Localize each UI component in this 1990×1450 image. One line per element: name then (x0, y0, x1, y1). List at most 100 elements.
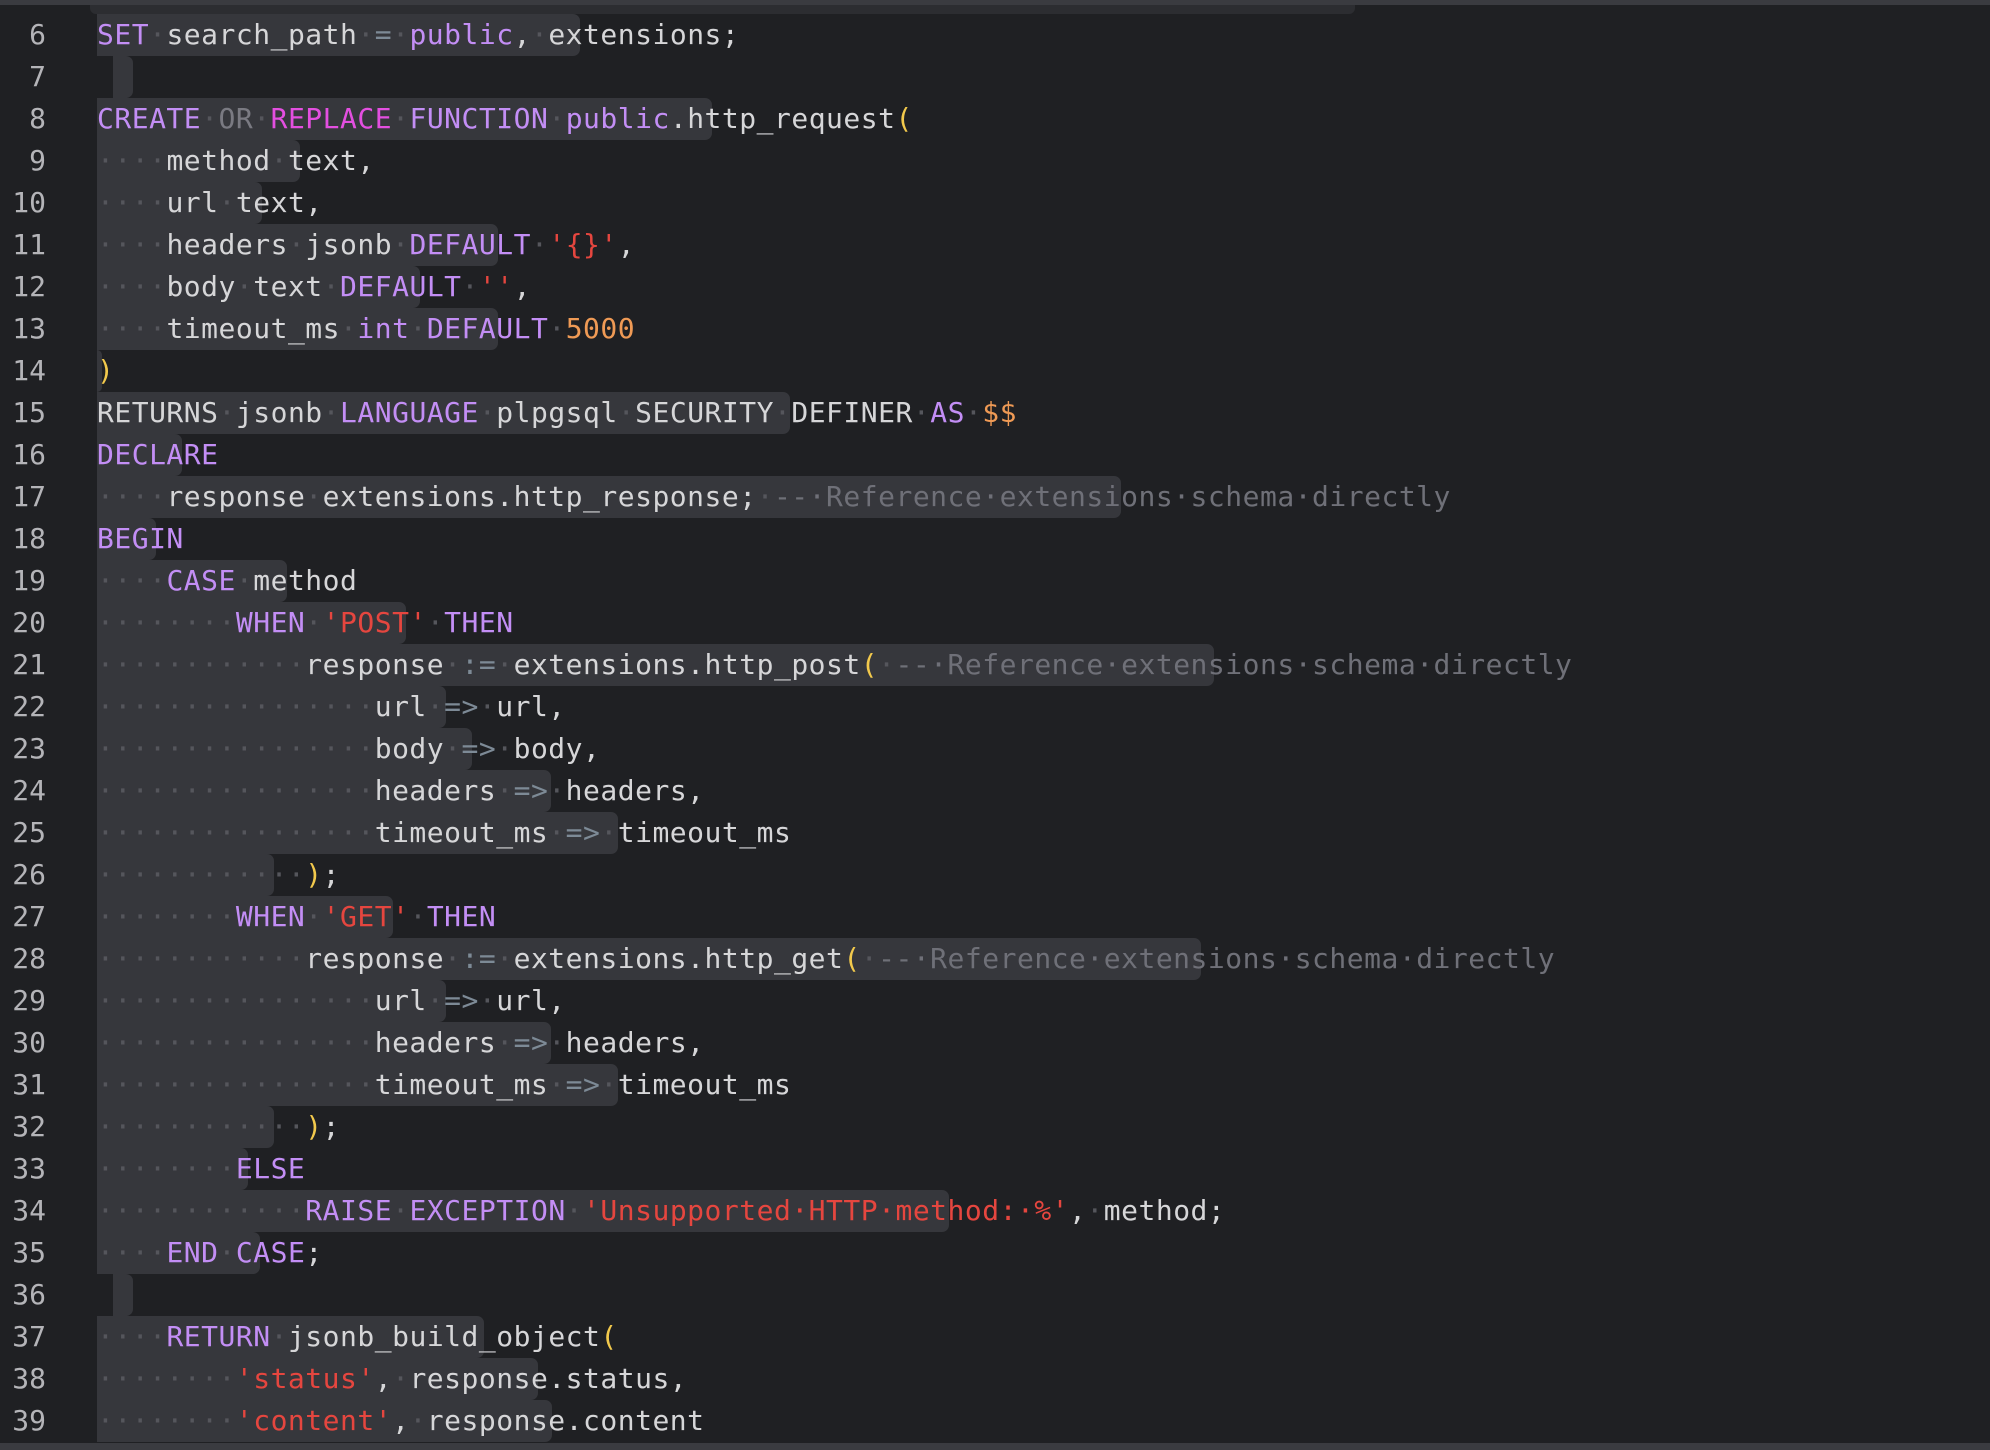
code-text[interactable]: ) (97, 350, 114, 392)
code-token: CASE (166, 564, 236, 597)
code-text[interactable]: ············response·:=·extensions.http_… (97, 644, 1572, 686)
code-line[interactable]: 36 (0, 1274, 1990, 1316)
code-text[interactable]: ····url·text, (97, 182, 323, 224)
line-number: 36 (12, 1278, 46, 1311)
code-token: response (305, 648, 445, 681)
code-line[interactable]: 30 ················headers·=>·headers, (0, 1022, 1990, 1064)
code-token: timeout_ms (374, 816, 549, 849)
code-text[interactable]: ················timeout_ms·=>·timeout_ms (97, 1064, 791, 1106)
code-editor[interactable]: 6 SET·search_path·=·public,·extensions; 7 8… (0, 0, 1990, 1450)
code-line[interactable]: 8 CREATE·OR·REPLACE·FUNCTION·public.http_… (0, 98, 1990, 140)
code-text[interactable]: ············); (97, 1106, 340, 1148)
code-text[interactable]: BEGIN (97, 518, 184, 560)
code-token: RETURNS (97, 396, 219, 429)
code-line[interactable]: 22 ················url·=>·url, (0, 686, 1990, 728)
code-text[interactable]: ········'content',·response.content (97, 1400, 705, 1442)
code-line[interactable]: 7 (0, 56, 1990, 98)
code-token: · (565, 1194, 584, 1227)
code-token: headers (374, 1026, 497, 1059)
code-token: THEN (426, 900, 497, 933)
code-text[interactable]: ····body·text·DEFAULT·'', (97, 266, 531, 308)
code-token: ········ (97, 900, 236, 933)
code-text[interactable]: ····response·extensions.http_response;·-… (97, 476, 1451, 518)
code-line[interactable]: 29 ················url·=>·url, (0, 980, 1990, 1022)
code-line[interactable]: 11 ····headers·jsonb·DEFAULT·'{}', (0, 224, 1990, 266)
code-line[interactable]: 19 ····CASE·method (0, 560, 1990, 602)
code-line[interactable]: 32 ············); (0, 1106, 1990, 1148)
code-token: = (374, 18, 393, 51)
code-line[interactable]: 12 ····body·text·DEFAULT·'', (0, 266, 1990, 308)
code-line[interactable]: 37 ····RETURN·jsonb_build_object( (0, 1316, 1990, 1358)
code-token: ········ (97, 1152, 236, 1185)
code-line[interactable]: 14) (0, 350, 1990, 392)
code-line[interactable]: 31 ················timeout_ms·=>·timeout_… (0, 1064, 1990, 1106)
code-token: · (149, 18, 167, 51)
code-text[interactable]: ····method·text, (97, 140, 375, 182)
code-line[interactable]: 33 ········ELSE (0, 1148, 1990, 1190)
code-token: extensions; (548, 18, 740, 51)
code-line[interactable]: 10 ····url·text, (0, 182, 1990, 224)
line-number: 23 (12, 732, 46, 765)
code-token: , (1069, 1194, 1087, 1227)
code-line[interactable]: 23 ················body·=>·body, (0, 728, 1990, 770)
code-text[interactable]: ····RETURN·jsonb_build_object( (97, 1316, 618, 1358)
code-text[interactable]: CREATE·OR·REPLACE·FUNCTION·public.http_r… (97, 98, 913, 140)
code-token: · (409, 900, 427, 933)
code-token: $$ (982, 396, 1018, 429)
code-line[interactable]: 39 ········'content',·response.content (0, 1400, 1990, 1442)
code-text[interactable]: ········WHEN·'POST'·THEN (97, 602, 514, 644)
code-line[interactable]: 38 ········'status',·response.status, (0, 1358, 1990, 1400)
code-token: RAISE (305, 1194, 393, 1227)
line-number: 34 (12, 1194, 46, 1227)
code-line[interactable]: 16 DECLARE (0, 434, 1990, 476)
code-text[interactable]: ········WHEN·'GET'·THEN (97, 896, 496, 938)
code-token: · (218, 1236, 236, 1269)
code-line[interactable]: 35 ····END·CASE; (0, 1232, 1990, 1274)
code-line[interactable]: 27 ········WHEN·'GET'·THEN (0, 896, 1990, 938)
code-text[interactable]: ············response·:=·extensions.http_… (97, 938, 1555, 980)
code-token: WHEN (235, 606, 306, 639)
code-token: ; (305, 1236, 323, 1269)
code-text[interactable]: DECLARE (97, 434, 219, 476)
code-token: · (426, 606, 445, 639)
code-text[interactable]: ················url·=>·url, (97, 686, 566, 728)
code-text[interactable]: ················timeout_ms·=>·timeout_ms (97, 812, 791, 854)
code-line[interactable]: 13 ····timeout_ms·int·DEFAULT·5000 (0, 308, 1990, 350)
code-token: · (600, 1068, 618, 1101)
code-token: · (478, 396, 497, 429)
code-token: method (253, 564, 358, 597)
code-token: ( (843, 942, 861, 975)
code-text[interactable]: ····headers·jsonb·DEFAULT·'{}', (97, 224, 635, 266)
code-text[interactable]: ················url·=>·url, (97, 980, 566, 1022)
code-text[interactable]: ············RAISE·EXCEPTION·'Unsupported… (97, 1190, 1225, 1232)
code-text[interactable]: ············); (97, 854, 340, 896)
code-text[interactable]: ········ELSE (97, 1148, 305, 1190)
code-token: ···· (97, 270, 167, 303)
code-line[interactable]: 21 ············response·:=·extensions.htt… (0, 644, 1990, 686)
code-text[interactable]: ················headers·=>·headers, (97, 770, 705, 812)
code-line[interactable]: 18 BEGIN (0, 518, 1990, 560)
line-number: 17 (12, 480, 46, 513)
code-line[interactable]: 20 ········WHEN·'POST'·THEN (0, 602, 1990, 644)
code-text[interactable]: ················body·=>·body, (97, 728, 600, 770)
code-line[interactable]: 25 ················timeout_ms·=>·timeout_… (0, 812, 1990, 854)
code-text[interactable]: SET·search_path·=·public,·extensions; (97, 14, 739, 56)
code-text[interactable]: ····CASE·method (97, 560, 357, 602)
code-line[interactable]: 34 ············RAISE·EXCEPTION·'Unsupport… (0, 1190, 1990, 1232)
code-line[interactable]: 9 ····method·text, (0, 140, 1990, 182)
code-text[interactable]: ····timeout_ms·int·DEFAULT·5000 (97, 308, 635, 350)
code-text[interactable]: ················headers·=>·headers, (97, 1022, 705, 1064)
code-token: ( (600, 1320, 618, 1353)
code-line[interactable]: 6 SET·search_path·=·public,·extensions; (0, 14, 1990, 56)
code-text[interactable]: ····END·CASE; (97, 1232, 323, 1274)
code-token: body, (513, 732, 601, 765)
code-line[interactable]: 15 RETURNS·jsonb·LANGUAGE·plpgsql·SECURIT… (0, 392, 1990, 434)
code-text[interactable]: ········'status',·response.status, (97, 1358, 687, 1400)
code-text[interactable]: RETURNS·jsonb·LANGUAGE·plpgsql·SECURITY·… (97, 392, 1017, 434)
line-number: 27 (12, 900, 46, 933)
code-line[interactable]: 26 ············); (0, 854, 1990, 896)
code-token: --·Reference·extensions·schema·directly (773, 480, 1451, 513)
code-line[interactable]: 28 ············response·:=·extensions.htt… (0, 938, 1990, 980)
code-line[interactable]: 24 ················headers·=>·headers, (0, 770, 1990, 812)
code-line[interactable]: 17 ····response·extensions.http_response;… (0, 476, 1990, 518)
